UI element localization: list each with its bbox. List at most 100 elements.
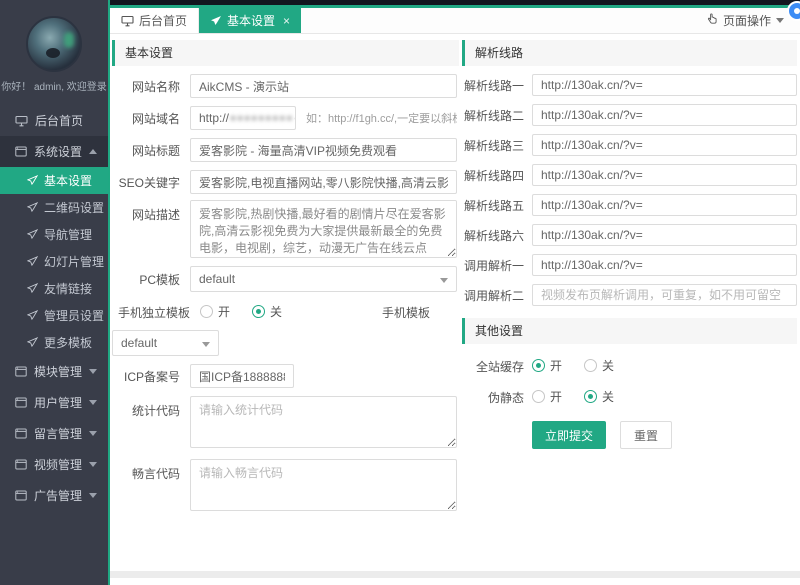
field-site-cache: 全站缓存 开关 — [462, 357, 797, 375]
radio-option-关[interactable]: 关 — [584, 388, 614, 405]
parse-line-row: 调用解析二 — [462, 284, 797, 306]
parse-line-input[interactable] — [532, 194, 797, 216]
radio-option-关[interactable]: 关 — [584, 357, 614, 374]
hand-pointer-icon — [706, 13, 718, 29]
radio-option-开[interactable]: 开 — [200, 303, 230, 320]
site-cache-radios: 开关 — [532, 357, 636, 375]
sidebar-item-用户管理[interactable]: 用户管理 — [0, 387, 108, 418]
site-name-input[interactable] — [190, 74, 457, 98]
sidebar-item-广告管理[interactable]: 广告管理 — [0, 480, 108, 511]
page-operations-button[interactable]: 页面操作 — [690, 8, 800, 33]
field-pc-template: PC模板 default — [112, 266, 459, 292]
field-site-title: 网站标题 — [112, 138, 459, 162]
stats-code-textarea[interactable] — [190, 396, 457, 448]
sidebar-item-label: 模块管理 — [34, 363, 82, 380]
tab-label: 基本设置 — [227, 12, 275, 29]
monitor-icon — [121, 15, 134, 27]
sidebar-subitem-label: 管理员设置 — [44, 307, 104, 324]
parse-line-label: 解析线路五 — [462, 197, 524, 214]
horizontal-scrollbar[interactable] — [110, 571, 800, 578]
module-icon — [15, 397, 27, 408]
sidebar-item-留言管理[interactable]: 留言管理 — [0, 418, 108, 449]
parse-line-rows: 解析线路一解析线路二解析线路三解析线路四解析线路五解析线路六调用解析一调用解析二 — [462, 74, 797, 306]
seo-keywords-input[interactable] — [190, 170, 457, 194]
submit-button[interactable]: 立即提交 — [532, 421, 606, 449]
field-changyan-code: 畅言代码 — [112, 459, 459, 511]
parse-line-input[interactable] — [532, 254, 797, 276]
domain-prefix: http:// — [199, 111, 229, 125]
parse-line-input[interactable] — [532, 224, 797, 246]
module-icon — [15, 490, 27, 501]
domain-hint: 如：http://f1gh.cc/,一定要以斜杠结尾，否则出错！ — [306, 110, 457, 126]
monitor-icon — [15, 115, 28, 127]
mobile-independent-label: 手机独立模板 — [112, 304, 190, 321]
sidebar-subitem-label: 导航管理 — [44, 226, 92, 243]
tab-close-icon[interactable]: × — [283, 15, 290, 27]
parse-line-row: 解析线路二 — [462, 104, 797, 126]
parse-line-label: 调用解析一 — [462, 257, 524, 274]
parse-line-row: 解析线路五 — [462, 194, 797, 216]
sidebar-subitem-label: 更多模板 — [44, 334, 92, 351]
sidebar-subitem-label: 基本设置 — [44, 172, 92, 189]
radio-label: 开 — [550, 357, 562, 374]
sidebar-item-后台首页[interactable]: 后台首页 — [0, 105, 108, 136]
radio-option-关[interactable]: 关 — [252, 303, 282, 320]
radio-option-开[interactable]: 开 — [532, 357, 562, 374]
parse-line-input[interactable] — [532, 74, 797, 96]
corner-float-badge[interactable] — [787, 1, 800, 21]
caret-down-icon — [89, 462, 97, 467]
icp-input[interactable] — [190, 364, 294, 388]
send-icon — [210, 15, 222, 27]
parse-line-label: 解析线路三 — [462, 137, 524, 154]
module-icon — [15, 366, 27, 377]
parse-line-input[interactable] — [532, 164, 797, 186]
reset-button[interactable]: 重置 — [620, 421, 672, 449]
page-operations-label: 页面操作 — [723, 12, 771, 29]
site-description-textarea[interactable]: 爱客影院,热剧快播,最好看的剧情片尽在爱客影院,高清云影视免费为大家提供最新最全… — [190, 200, 457, 258]
sidebar-subitem-二维码设置[interactable]: 二维码设置 — [0, 194, 108, 221]
send-icon — [27, 283, 38, 294]
pc-template-select[interactable]: default — [190, 266, 457, 292]
radio-icon — [200, 305, 213, 318]
parse-line-label: 解析线路四 — [462, 167, 524, 184]
sidebar-subitem-管理员设置[interactable]: 管理员设置 — [0, 302, 108, 329]
site-domain-input[interactable]: http://●●●●●●●●●om/ — [190, 106, 296, 130]
send-icon — [27, 310, 38, 321]
changyan-code-label: 畅言代码 — [112, 459, 180, 482]
parse-line-input[interactable] — [532, 134, 797, 156]
user-avatar[interactable] — [26, 16, 82, 72]
caret-down-icon — [776, 18, 784, 23]
mobile-template-label: 手机模板 — [382, 304, 430, 321]
radio-label: 关 — [602, 388, 614, 405]
sidebar-item-label: 广告管理 — [34, 487, 82, 504]
tab-basic-settings[interactable]: 基本设置 × — [199, 8, 301, 33]
radio-option-开[interactable]: 开 — [532, 388, 562, 405]
caret-down-icon — [202, 342, 210, 347]
site-cache-label: 全站缓存 — [462, 358, 524, 375]
section-title-lines: 解析线路 — [462, 40, 797, 66]
field-stats-code: 统计代码 — [112, 396, 459, 448]
site-title-input[interactable] — [190, 138, 457, 162]
sidebar-item-系统设置[interactable]: 系统设置 — [0, 136, 108, 167]
site-name-label: 网站名称 — [112, 78, 180, 95]
icp-label: ICP备案号 — [112, 368, 180, 385]
sidebar-item-视频管理[interactable]: 视频管理 — [0, 449, 108, 480]
sidebar-subitem-导航管理[interactable]: 导航管理 — [0, 221, 108, 248]
parse-line-input[interactable] — [532, 284, 797, 306]
sidebar-subitem-幻灯片管理[interactable]: 幻灯片管理 — [0, 248, 108, 275]
parse-line-label: 解析线路六 — [462, 227, 524, 244]
parse-line-row: 调用解析一 — [462, 254, 797, 276]
sidebar-subitem-更多模板[interactable]: 更多模板 — [0, 329, 108, 356]
parse-line-input[interactable] — [532, 104, 797, 126]
changyan-code-textarea[interactable] — [190, 459, 457, 511]
sidebar-subitem-友情链接[interactable]: 友情链接 — [0, 275, 108, 302]
sidebar-item-模块管理[interactable]: 模块管理 — [0, 356, 108, 387]
tab-dashboard[interactable]: 后台首页 — [110, 8, 199, 33]
sidebar-item-label: 视频管理 — [34, 456, 82, 473]
mobile-template-select[interactable]: default — [112, 330, 219, 356]
sidebar-subitem-基本设置[interactable]: 基本设置 — [0, 167, 108, 194]
sidebar-item-label: 系统设置 — [34, 143, 82, 160]
radio-icon — [532, 359, 545, 372]
pseudo-static-label: 伪静态 — [462, 389, 524, 406]
parse-line-row: 解析线路三 — [462, 134, 797, 156]
